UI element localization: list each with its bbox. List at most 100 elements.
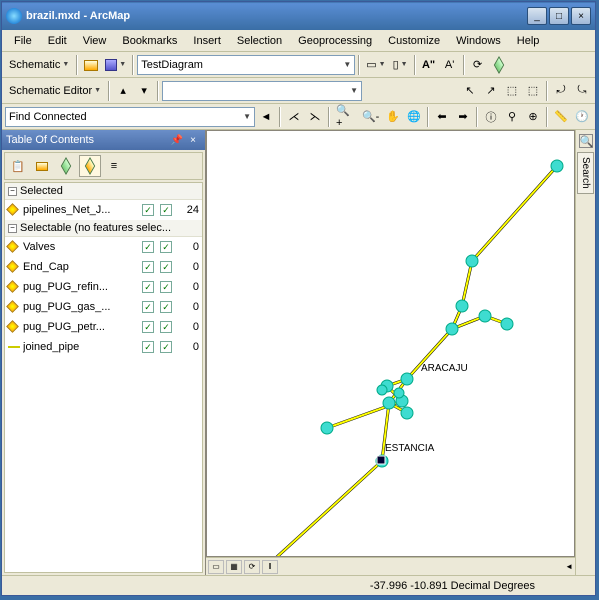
- chk-icon[interactable]: ✓: [160, 301, 172, 313]
- chk-icon[interactable]: ✓: [160, 321, 172, 333]
- close-toc-icon[interactable]: ×: [185, 132, 201, 148]
- toc-item[interactable]: Valves✓✓0: [5, 237, 202, 257]
- menu-bar: File Edit View Bookmarks Insert Selectio…: [2, 30, 595, 52]
- toc-options-icon[interactable]: ≡: [103, 155, 125, 177]
- trace-combo[interactable]: Find Connected▼: [5, 107, 255, 127]
- toc-group-selectable[interactable]: −Selectable (no features selec...: [5, 220, 202, 237]
- chk-icon[interactable]: ✓: [142, 261, 154, 273]
- menu-file[interactable]: File: [6, 32, 40, 50]
- toolbar-schematic: Schematic▼ ▼ TestDiagram▼ ▭▼ ▯▼ A" A' ⟳: [2, 52, 595, 78]
- toc-item[interactable]: pug_PUG_refin...✓✓0: [5, 277, 202, 297]
- measure-icon[interactable]: 📏: [551, 107, 571, 127]
- toc-list-by-drawing-icon[interactable]: 📋: [7, 155, 29, 177]
- coordinates: -37.996 -10.891 Decimal Degrees: [370, 580, 595, 592]
- maximize-button[interactable]: □: [549, 7, 569, 25]
- flag-icon[interactable]: ◄: [256, 107, 276, 127]
- toc-title: Table Of Contents: [6, 134, 169, 146]
- chk-icon[interactable]: ✓: [142, 341, 154, 353]
- diagram-combobox[interactable]: TestDiagram▼: [137, 55, 355, 75]
- pin-icon[interactable]: 📌: [169, 132, 185, 148]
- toolbar-nav: Find Connected▼ ◄ ⋌ ⋋ 🔍+ 🔍- ✋ 🌐 ⬅ ➡ ⓘ ⚲ …: [2, 104, 595, 130]
- find-icon[interactable]: ⚲: [502, 107, 522, 127]
- label-aracaju: ARACAJU: [421, 363, 468, 374]
- menu-help[interactable]: Help: [509, 32, 548, 50]
- search-icon[interactable]: 🔍: [579, 134, 593, 148]
- title-bar: brazil.mxd - ArcMap _ □ ×: [2, 2, 595, 30]
- toc-group-selected[interactable]: −Selected: [5, 183, 202, 200]
- label-estancia: ESTANCIA: [385, 443, 434, 454]
- window-icon[interactable]: ▭▼: [363, 55, 388, 75]
- propagate-icon[interactable]: ▯▼: [390, 55, 411, 75]
- status-bar: -37.996 -10.891 Decimal Degrees: [2, 575, 595, 595]
- map-canvas[interactable]: ARACAJU ESTANCIA: [206, 130, 575, 557]
- chk-icon[interactable]: ✓: [142, 241, 154, 253]
- menu-selection[interactable]: Selection: [229, 32, 290, 50]
- pan-icon[interactable]: ✋: [383, 107, 403, 127]
- layout-combo[interactable]: ▼: [162, 81, 362, 101]
- time-icon[interactable]: 🕐: [572, 107, 592, 127]
- toc-list-by-source-icon[interactable]: [31, 155, 53, 177]
- open-schematic-icon[interactable]: [81, 55, 101, 75]
- menu-view[interactable]: View: [75, 32, 115, 50]
- sync-icon[interactable]: [489, 55, 509, 75]
- chk-icon[interactable]: ✓: [160, 281, 172, 293]
- chk-icon[interactable]: ✓: [160, 241, 172, 253]
- trace1-icon[interactable]: ⋌: [284, 107, 304, 127]
- full-extent-icon[interactable]: 🌐: [404, 107, 424, 127]
- chk-icon[interactable]: ✓: [160, 204, 172, 216]
- menu-insert[interactable]: Insert: [185, 32, 229, 50]
- save-schematic-icon[interactable]: ▼: [102, 55, 129, 75]
- table-of-contents: Table Of Contents 📌 × 📋 ≡ −Selected pipe…: [2, 130, 206, 575]
- chk-icon[interactable]: ✓: [142, 321, 154, 333]
- app-icon: [6, 8, 22, 24]
- rotate-icon[interactable]: ⤾: [551, 81, 571, 101]
- menu-customize[interactable]: Customize: [380, 32, 448, 50]
- deselect-icon[interactable]: ⬚: [523, 81, 543, 101]
- arrow-nw-icon[interactable]: ↖: [460, 81, 480, 101]
- schematic-editor-menu[interactable]: Schematic Editor▼: [5, 81, 105, 101]
- arrow-ne-icon[interactable]: ↗: [481, 81, 501, 101]
- menu-geoprocessing[interactable]: Geoprocessing: [290, 32, 380, 50]
- minimize-button[interactable]: _: [527, 7, 547, 25]
- trace2-icon[interactable]: ⋋: [305, 107, 325, 127]
- move-tool-icon[interactable]: ▾: [134, 81, 154, 101]
- data-view-icon[interactable]: ▭: [208, 560, 224, 574]
- menu-windows[interactable]: Windows: [448, 32, 509, 50]
- next-extent-icon[interactable]: ➡: [453, 107, 473, 127]
- identify-icon[interactable]: ⓘ: [481, 107, 501, 127]
- chk-icon[interactable]: ✓: [160, 341, 172, 353]
- menu-bookmarks[interactable]: Bookmarks: [114, 32, 185, 50]
- edit-tool-icon[interactable]: ▴: [113, 81, 133, 101]
- pause-view-icon[interactable]: ‖: [262, 560, 278, 574]
- right-panel: 🔍 Search: [575, 130, 595, 575]
- zoom-out-icon[interactable]: 🔍-: [359, 107, 382, 127]
- prev-extent-icon[interactable]: ⬅: [432, 107, 452, 127]
- toc-item-pipelines[interactable]: pipelines_Net_J... ✓ ✓ 24: [5, 200, 202, 220]
- search-tab[interactable]: Search: [577, 152, 594, 194]
- close-button[interactable]: ×: [571, 7, 591, 25]
- toc-item[interactable]: pug_PUG_petr...✓✓0: [5, 317, 202, 337]
- chk-icon[interactable]: ✓: [142, 204, 154, 216]
- toc-list-by-visibility-icon[interactable]: [55, 155, 77, 177]
- toolbar-editor: Schematic Editor▼ ▴ ▾ ▼ ↖ ↗ ⬚ ⬚ ⤾ ⤿: [2, 78, 595, 104]
- menu-edit[interactable]: Edit: [40, 32, 75, 50]
- zoom-in-icon[interactable]: 🔍+: [333, 107, 358, 127]
- layout-view-icon[interactable]: ▦: [226, 560, 242, 574]
- select-icon[interactable]: ⬚: [502, 81, 522, 101]
- window-title: brazil.mxd - ArcMap: [26, 10, 527, 22]
- refresh-view-icon[interactable]: ⟳: [244, 560, 260, 574]
- map-footer: ▭ ▦ ⟳ ‖ ◄: [206, 557, 575, 575]
- schematic-menu[interactable]: Schematic▼: [5, 55, 73, 75]
- rotate2-icon[interactable]: ⤿: [572, 81, 592, 101]
- chk-icon[interactable]: ✓: [160, 261, 172, 273]
- refresh-icon[interactable]: ⟳: [468, 55, 488, 75]
- chk-icon[interactable]: ✓: [142, 281, 154, 293]
- font-bold-icon[interactable]: A": [419, 55, 439, 75]
- goto-xy-icon[interactable]: ⊕: [523, 107, 543, 127]
- chk-icon[interactable]: ✓: [142, 301, 154, 313]
- font-icon[interactable]: A': [440, 55, 460, 75]
- toc-item[interactable]: End_Cap✓✓0: [5, 257, 202, 277]
- toc-list-by-selection-icon[interactable]: [79, 155, 101, 177]
- toc-item[interactable]: joined_pipe✓✓0: [5, 337, 202, 357]
- toc-item[interactable]: pug_PUG_gas_...✓✓0: [5, 297, 202, 317]
